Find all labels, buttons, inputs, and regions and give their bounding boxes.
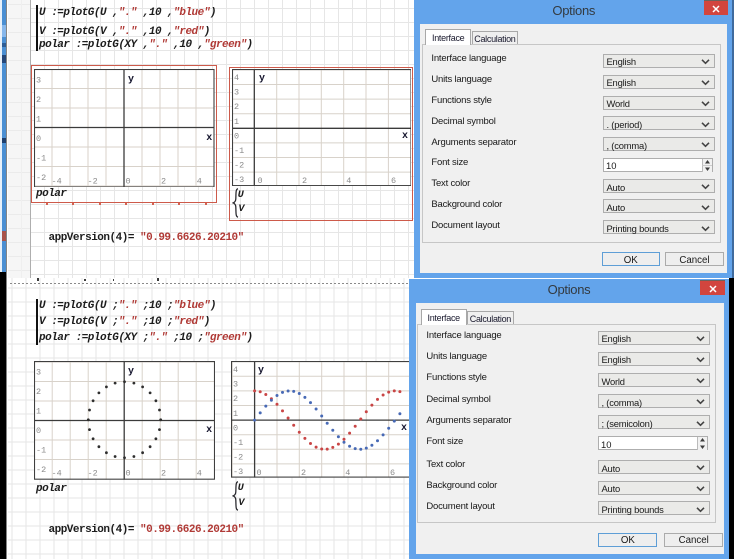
svg-text:0: 0 xyxy=(36,134,41,144)
svg-text:6: 6 xyxy=(390,468,395,478)
svg-text:4: 4 xyxy=(197,176,202,186)
svg-text:-1: -1 xyxy=(36,153,46,163)
svg-text:0: 0 xyxy=(125,469,130,479)
svg-text:x: x xyxy=(206,132,212,143)
svg-text:y: y xyxy=(128,366,134,377)
svg-text:-2: -2 xyxy=(234,160,244,170)
svg-text:2: 2 xyxy=(36,387,41,397)
svg-text:4: 4 xyxy=(234,73,239,83)
svg-text:3: 3 xyxy=(233,380,238,390)
svg-text:2: 2 xyxy=(161,176,166,186)
svg-text:x: x xyxy=(402,130,408,141)
svg-text:0: 0 xyxy=(126,176,131,186)
svg-text:2: 2 xyxy=(36,95,41,105)
svg-text:y: y xyxy=(128,74,134,85)
svg-text:-1: -1 xyxy=(36,446,46,456)
svg-text:y: y xyxy=(258,365,264,376)
svg-text:-1: -1 xyxy=(233,438,243,448)
svg-text:-3: -3 xyxy=(234,175,244,185)
svg-text:1: 1 xyxy=(36,114,41,124)
svg-text:0: 0 xyxy=(36,426,41,436)
svg-text:0: 0 xyxy=(234,131,239,141)
svg-text:1: 1 xyxy=(233,409,238,419)
svg-text:4: 4 xyxy=(345,468,350,478)
svg-text:0: 0 xyxy=(257,176,262,186)
svg-text:-1: -1 xyxy=(234,146,244,156)
svg-text:-2: -2 xyxy=(233,453,243,463)
svg-text:4: 4 xyxy=(346,176,351,186)
svg-text:6: 6 xyxy=(391,176,396,186)
svg-text:3: 3 xyxy=(234,87,239,97)
svg-text:x: x xyxy=(206,424,212,435)
svg-text:-2: -2 xyxy=(88,176,98,186)
svg-text:-2: -2 xyxy=(36,465,46,475)
svg-text:3: 3 xyxy=(36,75,41,85)
svg-text:-2: -2 xyxy=(36,173,46,183)
svg-text:2: 2 xyxy=(161,469,166,479)
svg-text:-3: -3 xyxy=(233,467,243,477)
svg-text:y: y xyxy=(259,72,265,83)
svg-text:2: 2 xyxy=(234,102,239,112)
svg-text:2: 2 xyxy=(302,176,307,186)
svg-text:2: 2 xyxy=(301,468,306,478)
svg-text:4: 4 xyxy=(197,469,202,479)
svg-text:1: 1 xyxy=(36,407,41,417)
svg-text:0: 0 xyxy=(256,468,261,478)
svg-text:1: 1 xyxy=(234,116,239,126)
svg-text:0: 0 xyxy=(233,424,238,434)
svg-text:-2: -2 xyxy=(88,469,98,479)
svg-text:2: 2 xyxy=(233,394,238,404)
svg-text:-4: -4 xyxy=(52,469,62,479)
svg-text:x: x xyxy=(401,422,407,433)
svg-text:3: 3 xyxy=(36,368,41,378)
svg-text:-4: -4 xyxy=(52,176,62,186)
svg-text:4: 4 xyxy=(233,365,238,375)
